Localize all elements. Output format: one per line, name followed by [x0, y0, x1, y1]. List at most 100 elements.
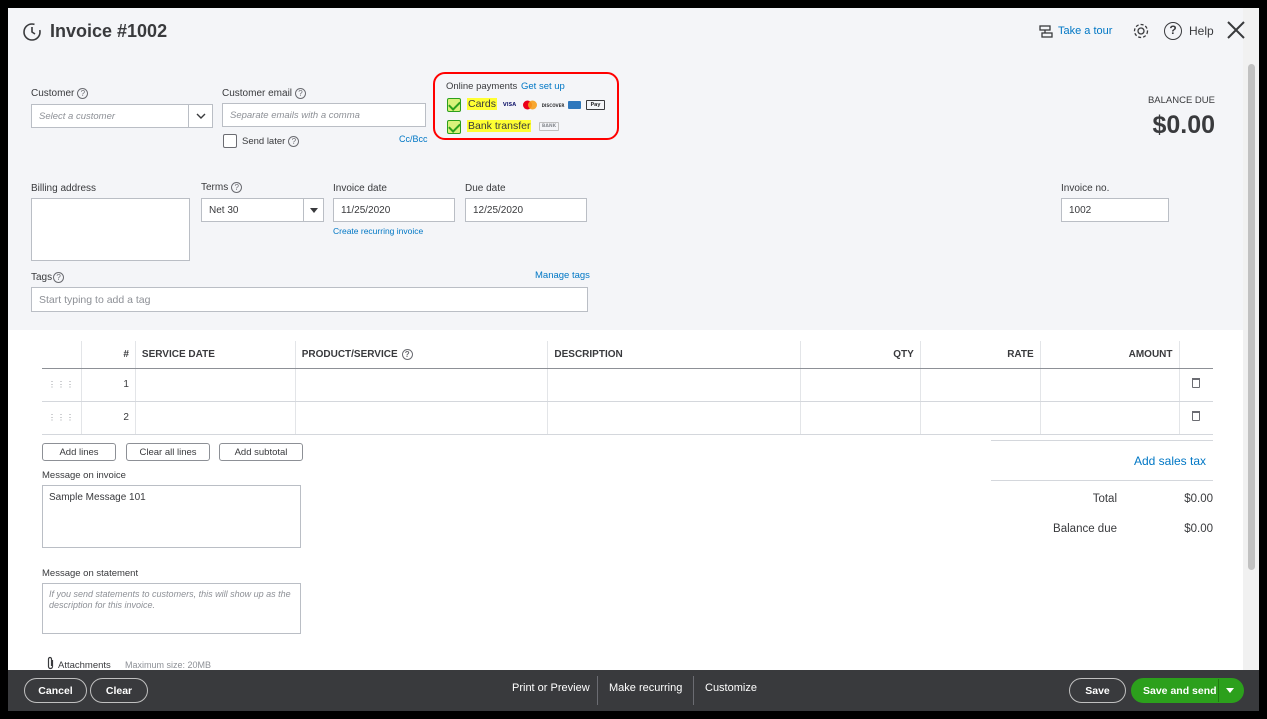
rate-cell[interactable] — [919, 401, 1041, 435]
discover-icon: DISCOVER — [541, 102, 565, 108]
product-service-cell[interactable] — [294, 401, 548, 435]
manage-tags-link[interactable]: Manage tags — [535, 270, 590, 281]
drag-column-header — [42, 341, 82, 369]
delete-row-button[interactable] — [1178, 368, 1213, 402]
row-number: 1 — [81, 368, 136, 402]
tags-input[interactable]: Start typing to add a tag — [31, 287, 588, 312]
description-cell[interactable] — [547, 368, 801, 402]
trash-icon — [1192, 378, 1201, 388]
gear-icon[interactable] — [1132, 22, 1150, 43]
take-tour-link[interactable]: Take a tour — [1058, 25, 1112, 37]
get-set-up-link[interactable]: Get set up — [521, 81, 565, 92]
column-header-amount: AMOUNT — [1039, 341, 1179, 369]
help-icon[interactable]: ? — [1164, 22, 1182, 40]
message-on-invoice-label: Message on invoice — [42, 470, 126, 481]
product-service-cell[interactable] — [294, 368, 548, 402]
terms-dropdown-button[interactable] — [303, 198, 324, 222]
customer-email-input[interactable]: Separate emails with a comma — [222, 103, 426, 127]
cards-label: Cards — [467, 98, 498, 110]
balance-due-row-label: Balance due — [1053, 523, 1117, 535]
amount-cell[interactable] — [1039, 401, 1179, 435]
email-help-icon[interactable]: ? — [295, 88, 307, 99]
cards-checkbox[interactable] — [447, 98, 461, 112]
help-label[interactable]: Help — [1189, 24, 1214, 38]
customer-dropdown-button[interactable] — [188, 104, 213, 128]
add-sales-tax-link[interactable]: Add sales tax — [1134, 454, 1206, 468]
scrollbar-thumb[interactable] — [1248, 64, 1255, 570]
line-items-table: # SERVICE DATE PRODUCT/SERVICE? DESCRIPT… — [42, 341, 1213, 435]
column-header-service-date: SERVICE DATE — [134, 341, 296, 369]
save-options-dropdown[interactable] — [1218, 679, 1240, 702]
qty-cell[interactable] — [800, 368, 921, 402]
caret-down-icon — [1225, 688, 1234, 693]
close-icon[interactable] — [1226, 20, 1246, 43]
totals-divider — [991, 480, 1213, 481]
tour-icon[interactable] — [1038, 24, 1054, 43]
service-date-cell[interactable] — [134, 401, 296, 435]
message-on-statement-label: Message on statement — [42, 568, 139, 579]
drag-handle-icon[interactable]: ⋮⋮⋮ — [42, 368, 82, 402]
balance-due-row-value: $0.00 — [1184, 523, 1213, 535]
billing-address-label: Billing address — [31, 183, 97, 194]
delete-row-button[interactable] — [1178, 401, 1213, 435]
send-later-checkbox[interactable] — [223, 134, 237, 148]
rate-cell[interactable] — [919, 368, 1041, 402]
totals-divider — [991, 440, 1213, 441]
footer-bar: Cancel Clear Print or Preview Make recur… — [8, 670, 1259, 711]
table-row[interactable]: ⋮⋮⋮ 2 — [42, 401, 1213, 435]
column-header-num: # — [81, 341, 136, 369]
terms-help-icon[interactable]: ? — [231, 182, 243, 193]
invoice-window: Invoice #1002 Take a tour ? Help Custome… — [8, 8, 1259, 711]
save-and-send-button[interactable]: Save and send — [1131, 678, 1244, 703]
invoice-date-input[interactable]: 11/25/2020 — [333, 198, 455, 222]
make-recurring-button[interactable]: Make recurring — [609, 682, 682, 694]
column-header-qty: QTY — [800, 341, 921, 369]
total-label: Total — [1092, 493, 1117, 505]
apple-pay-icon: Pay — [586, 100, 605, 110]
invoice-date-label: Invoice date — [333, 183, 387, 194]
description-cell[interactable] — [547, 401, 801, 435]
clear-button[interactable]: Clear — [90, 678, 148, 703]
clear-all-lines-button[interactable]: Clear all lines — [126, 443, 210, 461]
attachments-max-size: Maximum size: 20MB — [125, 660, 212, 670]
send-later-help-icon[interactable]: ? — [288, 136, 300, 147]
qty-cell[interactable] — [800, 401, 921, 435]
add-lines-button[interactable]: Add lines — [42, 443, 116, 461]
cc-bcc-link[interactable]: Cc/Bcc — [399, 134, 428, 144]
cancel-button[interactable]: Cancel — [24, 678, 87, 703]
bank-transfer-checkbox[interactable] — [447, 120, 461, 134]
amex-icon — [568, 101, 581, 109]
balance-due-label: BALANCE DUE — [1147, 95, 1215, 106]
customer-select[interactable]: Select a customer — [31, 104, 189, 128]
customer-email-label: Customer email? — [222, 88, 307, 99]
recent-transactions-icon[interactable] — [22, 22, 42, 45]
chevron-down-icon — [196, 113, 205, 119]
invoice-no-input[interactable]: 1002 — [1061, 198, 1169, 222]
due-date-label: Due date — [465, 183, 506, 194]
column-header-product-service: PRODUCT/SERVICE? — [294, 341, 548, 369]
tags-help-icon[interactable]: ? — [53, 272, 65, 283]
service-date-cell[interactable] — [134, 368, 296, 402]
print-preview-button[interactable]: Print or Preview — [512, 682, 590, 694]
message-on-invoice-input[interactable]: Sample Message 101 — [42, 485, 301, 548]
amount-cell[interactable] — [1039, 368, 1179, 402]
page-title: Invoice #1002 — [50, 21, 168, 41]
row-number: 2 — [81, 401, 136, 435]
due-date-input[interactable]: 12/25/2020 — [465, 198, 587, 222]
table-header-row: # SERVICE DATE PRODUCT/SERVICE? DESCRIPT… — [42, 341, 1213, 369]
billing-address-input[interactable] — [31, 198, 190, 261]
create-recurring-link[interactable]: Create recurring invoice — [333, 226, 423, 236]
save-button[interactable]: Save — [1069, 678, 1126, 703]
add-subtotal-button[interactable]: Add subtotal — [219, 443, 303, 461]
table-row[interactable]: ⋮⋮⋮ 1 — [42, 368, 1213, 402]
customize-button[interactable]: Customize — [705, 682, 757, 694]
footer-divider — [597, 676, 598, 705]
scrollbar[interactable] — [1243, 8, 1259, 670]
terms-select[interactable]: Net 30 — [201, 198, 304, 222]
product-help-icon[interactable]: ? — [401, 348, 413, 360]
column-header-rate: RATE — [919, 341, 1041, 369]
online-payments-label: Online payments — [446, 81, 518, 92]
drag-handle-icon[interactable]: ⋮⋮⋮ — [42, 401, 82, 435]
message-on-statement-input[interactable]: If you send statements to customers, thi… — [42, 583, 301, 634]
customer-help-icon[interactable]: ? — [77, 88, 89, 99]
